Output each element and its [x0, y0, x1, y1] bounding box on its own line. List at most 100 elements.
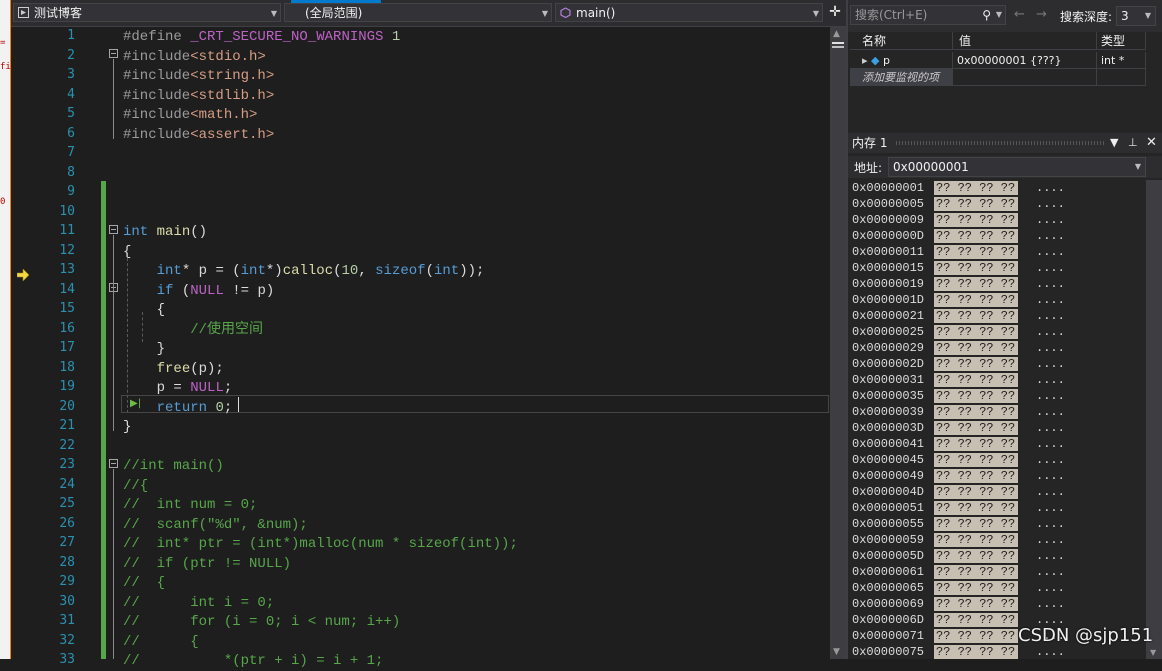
pin-icon[interactable]: ⊥	[1128, 133, 1138, 153]
memory-bytes[interactable]: ?? ?? ?? ??	[934, 597, 1018, 611]
memory-bytes[interactable]: ?? ?? ?? ??	[934, 549, 1018, 563]
code-line[interactable]: // {	[123, 574, 165, 593]
memory-scrollbar[interactable]: ▼	[1146, 180, 1162, 659]
code-line[interactable]: // for (i = 0; i < num; i++)	[123, 613, 400, 632]
watch-search-input[interactable]: 搜索(Ctrl+E) ⚲ ▼	[850, 5, 1006, 25]
add-watch-item[interactable]: 添加要监视的项	[850, 69, 953, 86]
memory-row[interactable]: 0x00000015 ?? ?? ?? ??....	[848, 260, 1144, 276]
memory-row[interactable]: 0x00000035 ?? ?? ?? ??....	[848, 388, 1144, 404]
memory-row[interactable]: 0x00000059 ?? ?? ?? ??....	[848, 532, 1144, 548]
code-line[interactable]: // if (ptr != NULL)	[123, 555, 291, 574]
memory-bytes[interactable]: ?? ?? ?? ??	[934, 469, 1018, 483]
search-depth-select[interactable]: 3 ▼	[1116, 6, 1156, 26]
scroll-down-icon[interactable]: ▼	[1150, 648, 1156, 657]
memory-bytes[interactable]: ?? ?? ?? ??	[934, 405, 1018, 419]
code-line[interactable]: // *(ptr + i) = i + 1;	[123, 652, 383, 671]
code-line[interactable]: #include<assert.h>	[123, 126, 274, 145]
memory-bytes[interactable]: ?? ?? ?? ??	[934, 229, 1018, 243]
memory-row[interactable]: 0x00000025 ?? ?? ?? ??....	[848, 324, 1144, 340]
code-line[interactable]: return 0;	[123, 399, 233, 418]
code-line[interactable]: #include<stdio.h>	[123, 48, 266, 67]
code-line[interactable]: free(p);	[123, 360, 224, 379]
memory-row[interactable]: 0x00000005 ?? ?? ?? ??....	[848, 196, 1144, 212]
column-header-value[interactable]: 值	[953, 32, 1097, 50]
scope-dropdown[interactable]: (全局范围) ▼	[284, 3, 552, 22]
memory-bytes[interactable]: ?? ?? ?? ??	[934, 421, 1018, 435]
code-line[interactable]: #include<stdlib.h>	[123, 87, 274, 106]
memory-bytes[interactable]: ?? ?? ?? ??	[934, 197, 1018, 211]
memory-row[interactable]: 0x00000061 ?? ?? ?? ??....	[848, 564, 1144, 580]
code-line[interactable]: #include<string.h>	[123, 67, 274, 86]
code-line[interactable]: int* p = (int*)calloc(10, sizeof(int));	[123, 262, 485, 281]
memory-bytes[interactable]: ?? ?? ?? ??	[934, 213, 1018, 227]
drag-grip[interactable]	[896, 141, 1106, 145]
memory-row[interactable]: 0x00000041 ?? ?? ?? ??....	[848, 436, 1144, 452]
memory-row[interactable]: 0x0000000D ?? ?? ?? ??....	[848, 228, 1144, 244]
code-line[interactable]: // int* ptr = (int*)malloc(num * sizeof(…	[123, 535, 518, 554]
project-dropdown[interactable]: 测试博客 ▼	[13, 3, 281, 22]
code-line[interactable]: //{	[123, 477, 148, 496]
memory-bytes[interactable]: ?? ?? ?? ??	[934, 357, 1018, 371]
code-line[interactable]: #include<math.h>	[123, 106, 257, 125]
expand-arrow-icon[interactable]: ▸	[862, 54, 868, 67]
window-dropdown-icon[interactable]: ▼	[1110, 133, 1118, 153]
code-line[interactable]: // {	[123, 633, 199, 652]
memory-bytes[interactable]: ?? ?? ?? ??	[934, 245, 1018, 259]
memory-bytes[interactable]: ?? ?? ?? ??	[934, 373, 1018, 387]
memory-bytes[interactable]: ?? ?? ?? ??	[934, 645, 1018, 659]
memory-bytes[interactable]: ?? ?? ?? ??	[934, 629, 1018, 643]
address-input[interactable]: 0x00000001 ▼	[888, 157, 1146, 177]
column-header-name[interactable]: 名称	[850, 32, 953, 50]
code-line[interactable]: // scanf("%d", &num);	[123, 516, 308, 535]
code-line[interactable]: {	[123, 243, 131, 262]
memory-bytes[interactable]: ?? ?? ?? ??	[934, 437, 1018, 451]
memory-row[interactable]: 0x0000003D ?? ?? ?? ??....	[848, 420, 1144, 436]
memory-bytes[interactable]: ?? ?? ?? ??	[934, 389, 1018, 403]
memory-bytes[interactable]: ?? ?? ?? ??	[934, 277, 1018, 291]
code-line[interactable]: // int num = 0;	[123, 496, 257, 515]
memory-row[interactable]: 0x00000001 ?? ?? ?? ??....	[848, 180, 1144, 196]
memory-bytes[interactable]: ?? ?? ?? ??	[934, 501, 1018, 515]
memory-bytes[interactable]: ?? ?? ?? ??	[934, 453, 1018, 467]
editor-vertical-scrollbar[interactable]: ▲ ▼	[830, 27, 846, 659]
memory-row[interactable]: 0x00000069 ?? ?? ?? ??....	[848, 596, 1144, 612]
memory-row[interactable]: 0x00000075 ?? ?? ?? ??....	[848, 644, 1144, 660]
memory-row[interactable]: 0x0000001D ?? ?? ?? ??....	[848, 292, 1144, 308]
scroll-down-icon[interactable]: ▼	[833, 647, 840, 657]
memory-row[interactable]: 0x00000051 ?? ?? ?? ??....	[848, 500, 1144, 516]
search-icon[interactable]: ⚲	[982, 6, 991, 24]
memory-row[interactable]: 0x0000002D ?? ?? ?? ??....	[848, 356, 1144, 372]
memory-row[interactable]: 0x00000009 ?? ?? ?? ??....	[848, 212, 1144, 228]
code-line[interactable]: // int i = 0;	[123, 594, 274, 613]
fold-toggle[interactable]	[109, 49, 118, 58]
memory-bytes[interactable]: ?? ?? ?? ??	[934, 181, 1018, 195]
memory-bytes[interactable]: ?? ?? ?? ??	[934, 517, 1018, 531]
code-line[interactable]: int main()	[123, 223, 207, 242]
code-line[interactable]: {	[123, 301, 165, 320]
memory-row[interactable]: 0x0000005D ?? ?? ?? ??....	[848, 548, 1144, 564]
watch-row-name[interactable]: ▸ ◆ p	[850, 52, 953, 69]
memory-row[interactable]: 0x0000004D ?? ?? ?? ??....	[848, 484, 1144, 500]
code-line[interactable]: }	[123, 418, 131, 437]
memory-bytes[interactable]: ?? ?? ?? ??	[934, 293, 1018, 307]
memory-row[interactable]: 0x00000039 ?? ?? ?? ??....	[848, 404, 1144, 420]
function-dropdown[interactable]: main() ▼	[555, 3, 823, 22]
code-line[interactable]: if (NULL != p)	[123, 282, 275, 301]
memory-row[interactable]: 0x00000065 ?? ?? ?? ??....	[848, 580, 1144, 596]
memory-bytes[interactable]: ?? ?? ?? ??	[934, 581, 1018, 595]
line-number-gutter[interactable]: 1 2 3 4 5 6 7 8 9 10 11 12 13 14 15 16 17 18 19 20 21 22 23 24 2…	[11, 27, 101, 667]
memory-row[interactable]: 0x00000011 ?? ?? ?? ??....	[848, 244, 1144, 260]
chevron-down-icon[interactable]: ▼	[996, 6, 1002, 24]
watch-row-value[interactable]: 0x00000001 {???}	[953, 52, 1097, 69]
memory-row[interactable]: 0x00000021 ?? ?? ?? ??....	[848, 308, 1144, 324]
memory-row[interactable]: 0x00000019 ?? ?? ?? ??....	[848, 276, 1144, 292]
search-forward-icon[interactable]: →	[1036, 7, 1047, 22]
scroll-up-icon[interactable]: ▲	[833, 29, 840, 39]
fold-toggle[interactable]	[109, 459, 118, 468]
memory-bytes[interactable]: ?? ?? ?? ??	[934, 341, 1018, 355]
memory-row[interactable]: 0x00000029 ?? ?? ?? ??....	[848, 340, 1144, 356]
memory-bytes[interactable]: ?? ?? ?? ??	[934, 533, 1018, 547]
memory-bytes[interactable]: ?? ?? ?? ??	[934, 565, 1018, 579]
code-line[interactable]: //使用空间	[123, 321, 263, 340]
memory-row[interactable]: 0x00000055 ?? ?? ?? ??....	[848, 516, 1144, 532]
